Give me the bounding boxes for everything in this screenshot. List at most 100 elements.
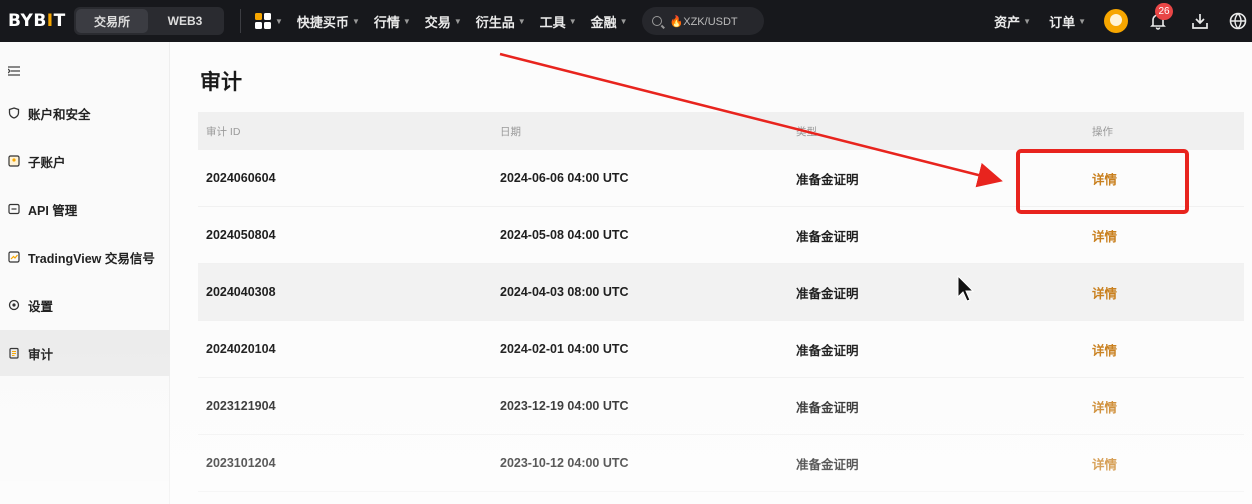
apps-grid-icon [255, 12, 272, 30]
cell-date: 2024-06-06 04:00 UTC [500, 171, 629, 185]
nav-label: 资产 [994, 14, 1021, 30]
nav-tools[interactable]: 工具 ▼ [540, 12, 577, 31]
nav-quick-buy[interactable]: 快捷买币 ▼ [297, 12, 360, 31]
top-navigation-bar: BYBIT 交易所 WEB3 ▼ 快捷买币 ▼ 行情 ▼ 交易 ▼ 衍生品 ▼ 工具 ▼ … [0, 0, 1252, 42]
download-button[interactable] [1190, 11, 1210, 31]
nav-label: 快捷买币 [296, 14, 349, 30]
cell-date: 2024-02-01 04:00 UTC [500, 342, 629, 356]
divider [240, 9, 241, 33]
apps-menu[interactable]: ▼ [255, 12, 283, 30]
nav-label: 行情 [373, 14, 400, 30]
globe-icon [1229, 12, 1247, 30]
search-icon [651, 16, 662, 26]
nav-markets[interactable]: 行情 ▼ [374, 12, 411, 31]
nav-label: 工具 [539, 14, 566, 30]
cell-date: 2023-12-19 04:00 UTC [500, 399, 629, 413]
chevron-down-icon: ▼ [619, 16, 628, 26]
sidebar-item-label: 设置 [28, 299, 54, 314]
sidebar-item-label: TradingView 交易信号 [28, 251, 155, 266]
table-row: 2023101204 2023-10-12 04:00 UTC 准备金证明 详情 [198, 435, 1244, 492]
header-date: 日期 [500, 125, 521, 138]
tradingview-icon [8, 251, 20, 263]
shield-icon [8, 107, 20, 119]
chevron-down-icon: ▼ [1078, 16, 1086, 26]
download-icon [1192, 14, 1208, 29]
language-button[interactable] [1228, 11, 1248, 31]
sidebar-item-account-security[interactable]: 账户和安全 [0, 90, 170, 136]
chevron-down-icon: ▼ [275, 16, 283, 26]
audit-icon [9, 347, 19, 359]
sidebar-item-sub-account[interactable]: 子账户 [0, 138, 170, 184]
nav-derivatives[interactable]: 衍生品 ▼ [476, 12, 526, 31]
nav-trade[interactable]: 交易 ▼ [425, 12, 462, 31]
nav-orders[interactable]: 订单 ▼ [1049, 12, 1086, 31]
audit-page: 审计 审计 ID 日期 类型 操作 2024060604 2024-06-06 … [170, 42, 1252, 504]
search-text: 🔥XZK/USDT [669, 15, 738, 28]
details-link[interactable]: 详情 [1092, 458, 1117, 472]
chevron-down-icon: ▼ [1023, 16, 1032, 26]
details-link[interactable]: 详情 [1092, 287, 1117, 301]
nav-label: 金融 [590, 14, 617, 30]
sidebar-item-audit[interactable]: 审计 [0, 330, 170, 376]
search-input[interactable]: 🔥XZK/USDT [641, 7, 764, 35]
table-row: 2023121904 2023-12-19 04:00 UTC 准备金证明 详情 [198, 378, 1244, 435]
platform-switch: 交易所 WEB3 [74, 7, 224, 35]
cell-date: 2023-10-12 04:00 UTC [500, 456, 629, 470]
header-audit-id: 审计 ID [206, 125, 241, 138]
right-nav: 资产 ▼ 订单 ▼ 26 [994, 0, 1252, 42]
table-row: 2024050804 2024-05-08 04:00 UTC 准备金证明 详情 [198, 207, 1244, 264]
table-row: 2024060604 2024-06-06 04:00 UTC 准备金证明 详情 [198, 150, 1244, 207]
cell-audit-id: 2023121904 [206, 399, 276, 413]
avatar[interactable] [1104, 9, 1128, 33]
nav-assets[interactable]: 资产 ▼ [994, 12, 1031, 31]
segment-exchange[interactable]: 交易所 [76, 9, 148, 33]
nav-finance[interactable]: 金融 ▼ [591, 12, 628, 31]
cell-audit-id: 2024050804 [206, 228, 276, 242]
table-row: 2024020104 2024-02-01 04:00 UTC 准备金证明 详情 [198, 321, 1244, 378]
details-link[interactable]: 详情 [1092, 173, 1117, 187]
chevron-down-icon: ▼ [402, 16, 411, 26]
sidebar-item-label: 子账户 [28, 155, 66, 170]
sidebar-item-api[interactable]: API 管理 [0, 186, 170, 232]
cell-audit-id: 2024040308 [206, 285, 276, 299]
cell-audit-id: 2024060604 [206, 171, 276, 185]
cell-audit-id: 2024020104 [206, 342, 276, 356]
main-nav: ▼ 快捷买币 ▼ 行情 ▼ 交易 ▼ 衍生品 ▼ 工具 ▼ 金融 ▼ 🔥XZK/USDT [255, 7, 764, 35]
notification-button[interactable]: 26 [1148, 3, 1173, 31]
cell-date: 2024-05-08 04:00 UTC [500, 228, 629, 242]
gear-icon [8, 299, 20, 311]
sidebar-item-settings[interactable]: 设置 [0, 282, 170, 328]
sidebar-item-tradingview[interactable]: TradingView 交易信号 [0, 234, 170, 280]
header-type: 类型 [796, 125, 817, 138]
details-link[interactable]: 详情 [1092, 344, 1117, 358]
collapse-menu-icon[interactable] [8, 66, 20, 76]
audit-table: 审计 ID 日期 类型 操作 2024060604 2024-06-06 04:… [198, 112, 1244, 492]
chevron-down-icon: ▼ [351, 16, 360, 26]
cell-type: 准备金证明 [796, 400, 859, 415]
details-link[interactable]: 详情 [1092, 401, 1117, 415]
nav-label: 交易 [424, 14, 451, 30]
segment-web3[interactable]: WEB3 [148, 9, 222, 33]
notification-badge: 26 [1155, 3, 1173, 20]
header-action: 操作 [1092, 125, 1113, 138]
nav-label: 订单 [1049, 14, 1076, 30]
sidebar-item-label: API 管理 [28, 203, 78, 218]
cell-audit-id: 2023101204 [206, 456, 276, 470]
cell-type: 准备金证明 [796, 229, 859, 244]
sidebar-item-label: 审计 [28, 347, 54, 362]
sidebar-item-label: 账户和安全 [28, 107, 91, 122]
table-header: 审计 ID 日期 类型 操作 [198, 112, 1244, 150]
page-title: 审计 [200, 71, 242, 94]
table-row: 2024040308 2024-04-03 08:00 UTC 准备金证明 详情 [198, 264, 1244, 321]
cell-date: 2024-04-03 08:00 UTC [500, 285, 629, 299]
chevron-down-icon: ▼ [453, 16, 462, 26]
chevron-down-icon: ▼ [568, 16, 577, 26]
nav-label: 衍生品 [475, 14, 515, 30]
bybit-logo[interactable]: BYBIT [8, 11, 70, 31]
account-sidebar: 账户和安全 子账户 API 管理 TradingView 交易信号 设置 审计 [0, 42, 170, 504]
cell-type: 准备金证明 [796, 343, 859, 358]
details-link[interactable]: 详情 [1092, 230, 1117, 244]
cell-type: 准备金证明 [796, 457, 859, 472]
sub-account-icon [8, 155, 20, 167]
cell-type: 准备金证明 [796, 172, 859, 187]
